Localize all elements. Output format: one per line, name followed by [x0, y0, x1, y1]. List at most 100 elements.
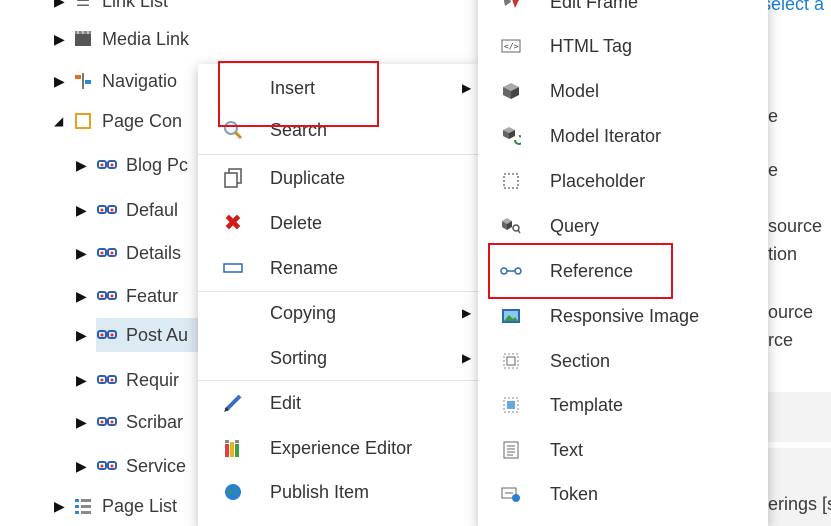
- right-fragment: e: [768, 160, 779, 180]
- tree-item-service[interactable]: ▶ Service: [76, 449, 186, 483]
- tree-item-page-list[interactable]: ▶ Page List: [54, 489, 177, 523]
- expand-arrow-icon[interactable]: ▶: [76, 414, 90, 431]
- link-list-icon: ☰: [75, 0, 91, 10]
- menu-item-label: Responsive Image: [550, 305, 700, 326]
- expand-arrow-icon[interactable]: ▶: [76, 327, 90, 344]
- right-fragment: rce: [768, 330, 794, 350]
- menu-item-label: Edit: [270, 392, 302, 413]
- image-icon: [500, 305, 522, 327]
- expand-arrow-icon[interactable]: ▶: [76, 157, 90, 174]
- tree-item-label: Scribar: [126, 411, 184, 432]
- menu-item-label: Copying: [270, 302, 337, 323]
- submenu-item-template[interactable]: Template: [478, 383, 768, 427]
- tree-item-default[interactable]: ▶ Defaul: [76, 193, 178, 227]
- menu-item-rename[interactable]: Rename: [198, 246, 478, 290]
- menu-item-label: Template: [550, 394, 624, 415]
- insert-highlight-box: [218, 61, 379, 127]
- menu-item-edit[interactable]: Edit: [198, 381, 478, 425]
- expand-arrow-icon[interactable]: ▶: [76, 245, 90, 262]
- tree-item-scribar[interactable]: ▶ Scribar: [76, 405, 183, 439]
- rendering-icon: [96, 242, 118, 264]
- tree-item-label: Navigatio: [102, 70, 178, 91]
- menu-item-label: Edit Frame: [550, 0, 639, 12]
- expand-arrow-icon[interactable]: ▶: [54, 0, 68, 10]
- tree-item-required[interactable]: ▶ Requir: [76, 363, 179, 397]
- rendering-icon: [96, 154, 118, 176]
- menu-item-label: Publish Item: [270, 481, 370, 502]
- menu-item-delete[interactable]: ✖ Delete: [198, 201, 478, 245]
- tree-item-label: Service: [126, 455, 187, 476]
- menu-item-label: HTML Tag: [550, 35, 633, 56]
- menu-item-copying[interactable]: Copying ▶: [198, 291, 478, 335]
- rendering-icon: [96, 285, 118, 307]
- menu-item-sorting[interactable]: Sorting ▶: [198, 336, 478, 380]
- submenu-item-html-tag[interactable]: </> HTML Tag: [478, 24, 768, 68]
- submenu-item-text[interactable]: Text: [478, 428, 768, 472]
- tree-item-blog-post[interactable]: ▶ Blog Pc: [76, 148, 188, 182]
- tree-item-label: Featur: [126, 285, 179, 306]
- expand-arrow-icon[interactable]: ▶: [76, 372, 90, 389]
- expand-arrow-icon[interactable]: ▶: [76, 458, 90, 475]
- tree-item-page-content[interactable]: ◢ Page Con: [54, 104, 182, 138]
- menu-item-duplicate[interactable]: Duplicate: [198, 156, 478, 200]
- menu-item-label: Experience Editor: [270, 437, 413, 458]
- tree-item-label: Blog Pc: [126, 154, 189, 175]
- submenu-item-token[interactable]: Token: [478, 472, 768, 516]
- tree-item-media-link[interactable]: ▶ Media Link: [54, 22, 189, 56]
- page-content-icon: [72, 110, 94, 132]
- right-fragment: tion: [768, 244, 798, 264]
- rendering-icon: [96, 455, 118, 477]
- tree-item-label: Requir: [126, 369, 180, 390]
- expand-arrow-icon[interactable]: ▶: [76, 202, 90, 219]
- select-link[interactable]: select a: [762, 0, 824, 15]
- collapse-arrow-icon[interactable]: ◢: [54, 114, 68, 128]
- right-fragment: ource: [768, 302, 814, 322]
- menu-item-publish-item[interactable]: Publish Item: [198, 470, 478, 514]
- menu-divider: [198, 154, 478, 155]
- query-icon: [500, 215, 522, 237]
- submenu-item-edit-frame[interactable]: Edit Frame: [478, 0, 768, 24]
- tree-item-link-list[interactable]: ▶ ☰ Link List: [54, 0, 168, 18]
- text-icon: [500, 439, 522, 461]
- cube-icon: [500, 80, 522, 102]
- expand-arrow-icon[interactable]: ▶: [76, 288, 90, 305]
- rendering-icon: [96, 411, 118, 433]
- submenu-arrow-icon: ▶: [462, 81, 472, 95]
- submenu-item-responsive-image[interactable]: Responsive Image: [478, 294, 768, 338]
- menu-item-label: Delete: [270, 212, 323, 233]
- tree-item-label: Page List: [102, 495, 178, 516]
- rendering-icon: [96, 199, 118, 221]
- submenu-item-model-iterator[interactable]: Model Iterator: [478, 114, 768, 158]
- tree-item-label: Link List: [102, 0, 169, 11]
- menu-item-label: Token: [550, 483, 599, 504]
- navigation-icon: [72, 70, 94, 92]
- tree-item-label: Details: [126, 242, 182, 263]
- page-list-icon: [72, 495, 94, 517]
- menu-item-label: Duplicate: [270, 167, 346, 188]
- submenu-item-query[interactable]: Query: [478, 204, 768, 248]
- tree-item-details[interactable]: ▶ Details: [76, 236, 181, 270]
- menu-item-label: Text: [550, 439, 584, 460]
- tree-item-post-author[interactable]: ▶ Post Au: [76, 318, 188, 352]
- menu-item-label: Section: [550, 350, 611, 371]
- tree-item-label: Defaul: [126, 199, 179, 220]
- tree-item-label: Media Link: [102, 28, 190, 49]
- menu-item-label: Placeholder: [550, 170, 646, 191]
- media-link-icon: [72, 28, 94, 50]
- submenu-item-model[interactable]: Model: [478, 69, 768, 113]
- expand-arrow-icon[interactable]: ▶: [54, 73, 68, 90]
- rendering-icon: [96, 324, 118, 346]
- placeholder-icon: [500, 170, 522, 192]
- context-menu: Insert ▶ Search Duplicate ✖ Delete Renam…: [198, 64, 478, 526]
- section-icon: [500, 350, 522, 372]
- menu-item-experience-editor[interactable]: Experience Editor: [198, 426, 478, 470]
- tree-item-navigation[interactable]: ▶ Navigatio: [54, 64, 177, 98]
- submenu-item-section[interactable]: Section: [478, 339, 768, 383]
- expand-arrow-icon[interactable]: ▶: [54, 31, 68, 48]
- expand-arrow-icon[interactable]: ▶: [54, 498, 68, 515]
- menu-item-label: Query: [550, 215, 600, 236]
- template-icon: [500, 394, 522, 416]
- tree-item-featured[interactable]: ▶ Featur: [76, 279, 178, 313]
- right-fragment: e: [768, 106, 779, 126]
- submenu-item-placeholder[interactable]: Placeholder: [478, 159, 768, 203]
